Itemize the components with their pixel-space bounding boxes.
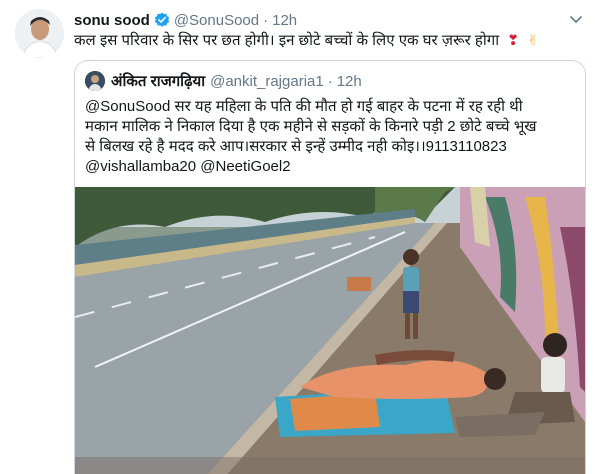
quoted-author-avatar[interactable] bbox=[85, 71, 105, 91]
verified-badge-icon bbox=[154, 12, 170, 28]
quoted-tweet-text: @SonuSood सर यह महिला के पति की मौत हो ग… bbox=[85, 97, 575, 177]
quoted-separator-dot: · bbox=[327, 72, 333, 90]
quoted-text-line: मकान मालिक ने निकाल दिया है एक महीने से … bbox=[85, 118, 537, 135]
quoted-author-handle[interactable]: @ankit_rajgaria1 bbox=[210, 73, 324, 90]
quoted-text-line: से बिलख रहे है मदद करे आप।सरकार से इन्हे… bbox=[85, 138, 507, 155]
quoted-tweet-header: अंकित राजगढ़िया @ankit_rajgaria1 · 12h bbox=[85, 71, 362, 91]
author-name[interactable]: sonu sood bbox=[74, 12, 150, 29]
quoted-timestamp[interactable]: 12h bbox=[337, 73, 362, 90]
author-handle[interactable]: @SonuSood bbox=[174, 12, 259, 29]
quoted-text-line: @vishallamba20 @NeetiGoel2 bbox=[85, 158, 291, 175]
heart-emoji-icon: ❣ bbox=[507, 32, 520, 48]
separator-dot: · bbox=[263, 11, 269, 29]
victory-hand-emoji-icon: ✌ bbox=[527, 32, 539, 48]
tweet-text: कल इस परिवार के सिर पर छत होगी। इन छोटे … bbox=[74, 30, 580, 51]
tweet-timestamp[interactable]: 12h bbox=[272, 12, 297, 29]
tweet-body: कल इस परिवार के सिर पर छत होगी। इन छोटे … bbox=[74, 32, 500, 49]
chevron-down-icon[interactable] bbox=[568, 11, 584, 27]
quoted-author-name[interactable]: अंकित राजगढ़िया bbox=[111, 71, 205, 91]
quoted-text-line: @SonuSood सर यह महिला के पति की मौत हो ग… bbox=[85, 98, 523, 115]
author-avatar[interactable] bbox=[15, 9, 64, 58]
quoted-tweet-photo[interactable] bbox=[75, 187, 585, 474]
tweet-header: sonu sood @SonuSood · 12h bbox=[74, 9, 590, 31]
quoted-tweet-card[interactable]: अंकित राजगढ़िया @ankit_rajgaria1 · 12h @… bbox=[74, 60, 586, 474]
